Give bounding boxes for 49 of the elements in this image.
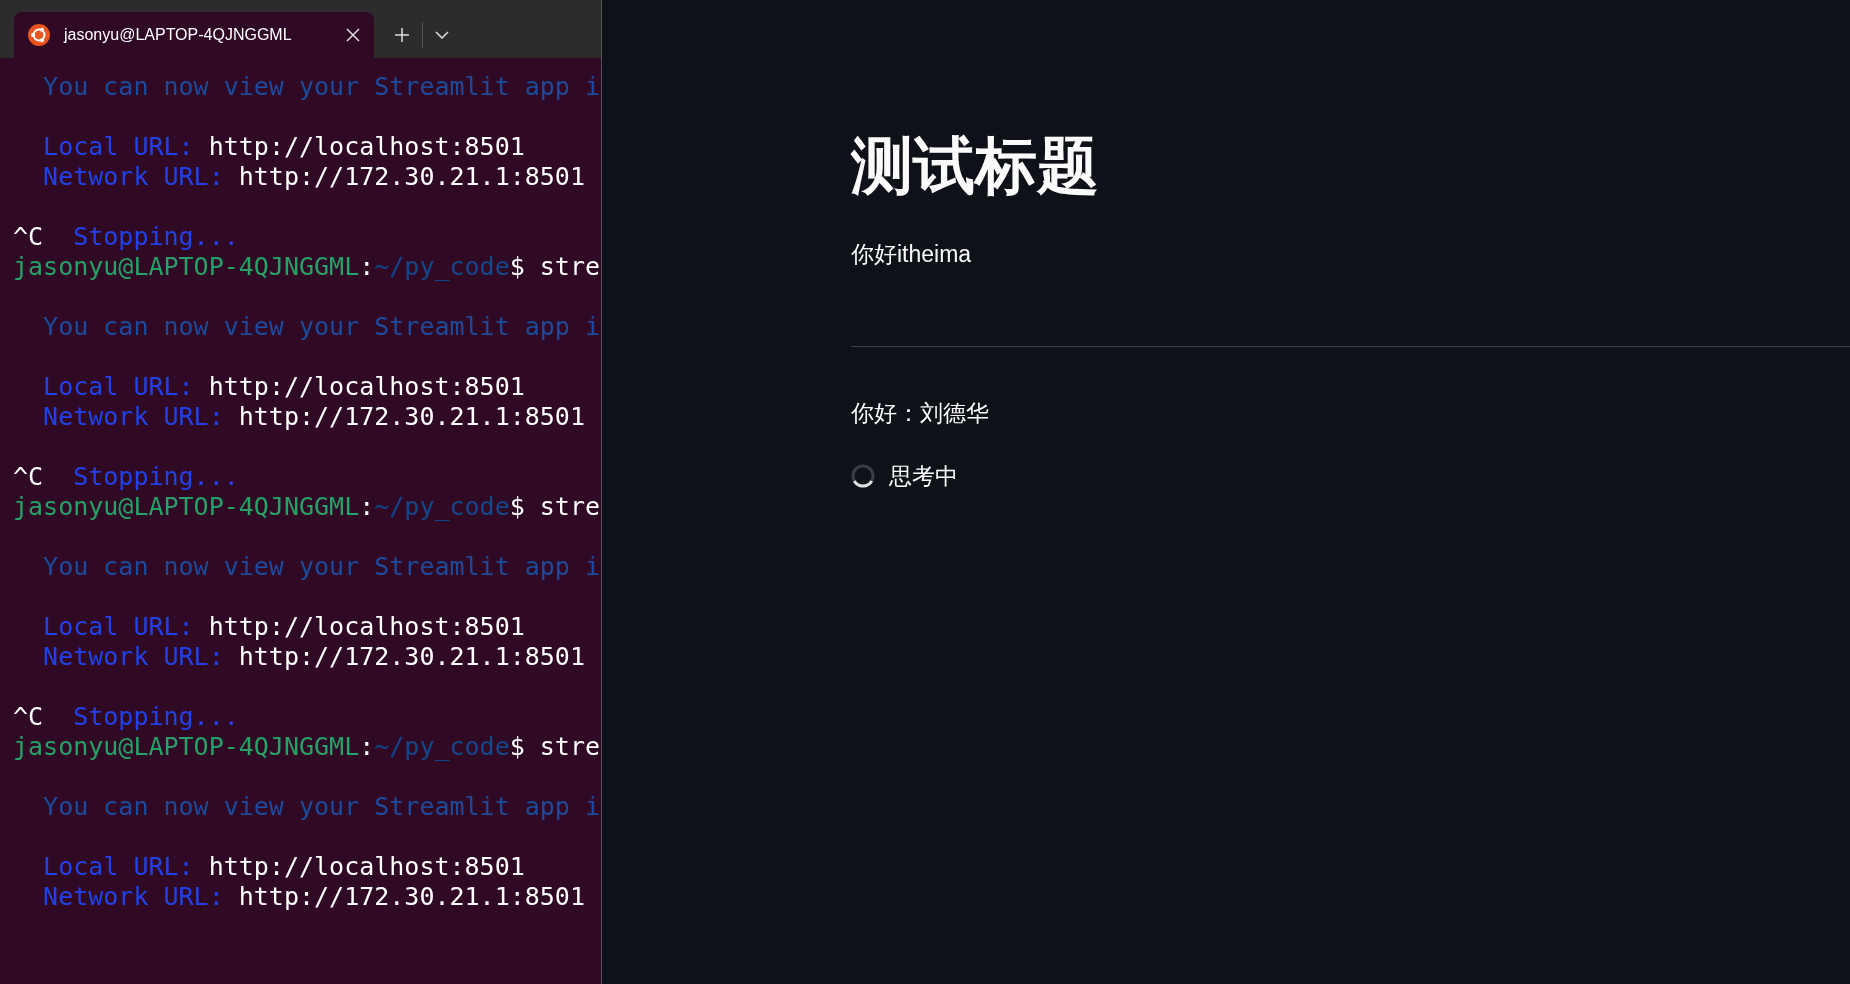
terminal-text: : — [359, 252, 375, 281]
terminal-text: http://172.30.21.1:8501 — [237, 402, 585, 431]
terminal-text: Local URL: — [42, 852, 194, 881]
terminal-text: $ stre — [509, 732, 601, 761]
spinner-label: 思考中 — [889, 461, 958, 491]
terminal-text: ^C — [13, 702, 44, 731]
terminal-text: Stopping... — [72, 702, 239, 731]
terminal-text: You can now view your Streamlit app i — [42, 312, 600, 341]
terminal-text: ~/py_code — [374, 252, 510, 281]
terminal-text: Local URL: — [42, 372, 194, 401]
terminal-text: You can now view your Streamlit app i — [42, 792, 600, 821]
terminal-text: http://localhost:8501 — [207, 852, 525, 881]
terminal-text: ~/py_code — [374, 492, 510, 521]
terminal-text: http://localhost:8501 — [207, 372, 525, 401]
terminal-text: Stopping... — [72, 222, 239, 251]
terminal-tab[interactable]: jasonyu@LAPTOP-4QJNGGML — [14, 12, 374, 58]
terminal-text: Network URL: — [42, 642, 224, 671]
terminal-text: jasonyu@LAPTOP-4QJNGGML — [13, 732, 360, 761]
terminal-text: : — [359, 732, 375, 761]
terminal-text: Network URL: — [42, 402, 224, 431]
chevron-down-icon[interactable] — [435, 31, 449, 39]
terminal-text: http://localhost:8501 — [207, 612, 525, 641]
terminal-text: $ stre — [509, 492, 601, 521]
terminal-text: http://172.30.21.1:8501 — [237, 882, 585, 911]
terminal-text: You can now view your Streamlit app i — [42, 552, 600, 581]
terminal-text: jasonyu@LAPTOP-4QJNGGML — [13, 492, 360, 521]
terminal-text: http://172.30.21.1:8501 — [237, 642, 585, 671]
terminal-text: Network URL: — [42, 162, 224, 191]
ubuntu-icon — [28, 24, 50, 46]
terminal-text: : — [359, 492, 375, 521]
plus-icon[interactable] — [394, 27, 410, 43]
spinner-icon — [851, 464, 875, 488]
close-icon[interactable] — [346, 28, 360, 42]
terminal-text: $ stre — [509, 252, 601, 281]
page-title: 测试标题 — [851, 130, 1099, 202]
tab-title: jasonyu@LAPTOP-4QJNGGML — [64, 26, 293, 44]
terminal-text: ^C — [13, 222, 44, 251]
terminal-text: ~/py_code — [374, 732, 510, 761]
body-text: 你好：刘德华 — [851, 399, 989, 428]
terminal-text: You can now view your Streamlit app i — [42, 72, 600, 101]
terminal-text: http://localhost:8501 — [207, 132, 525, 161]
terminal-text: jasonyu@LAPTOP-4QJNGGML — [13, 252, 360, 281]
terminal-text: Network URL: — [42, 882, 224, 911]
body-text: 你好itheima — [851, 240, 972, 269]
terminal-text: Local URL: — [42, 612, 194, 641]
terminal-text: ^C — [13, 462, 44, 491]
terminal-text: Stopping... — [72, 462, 239, 491]
terminal-text: http://172.30.21.1:8501 — [237, 162, 585, 191]
terminal-text: Local URL: — [42, 132, 194, 161]
